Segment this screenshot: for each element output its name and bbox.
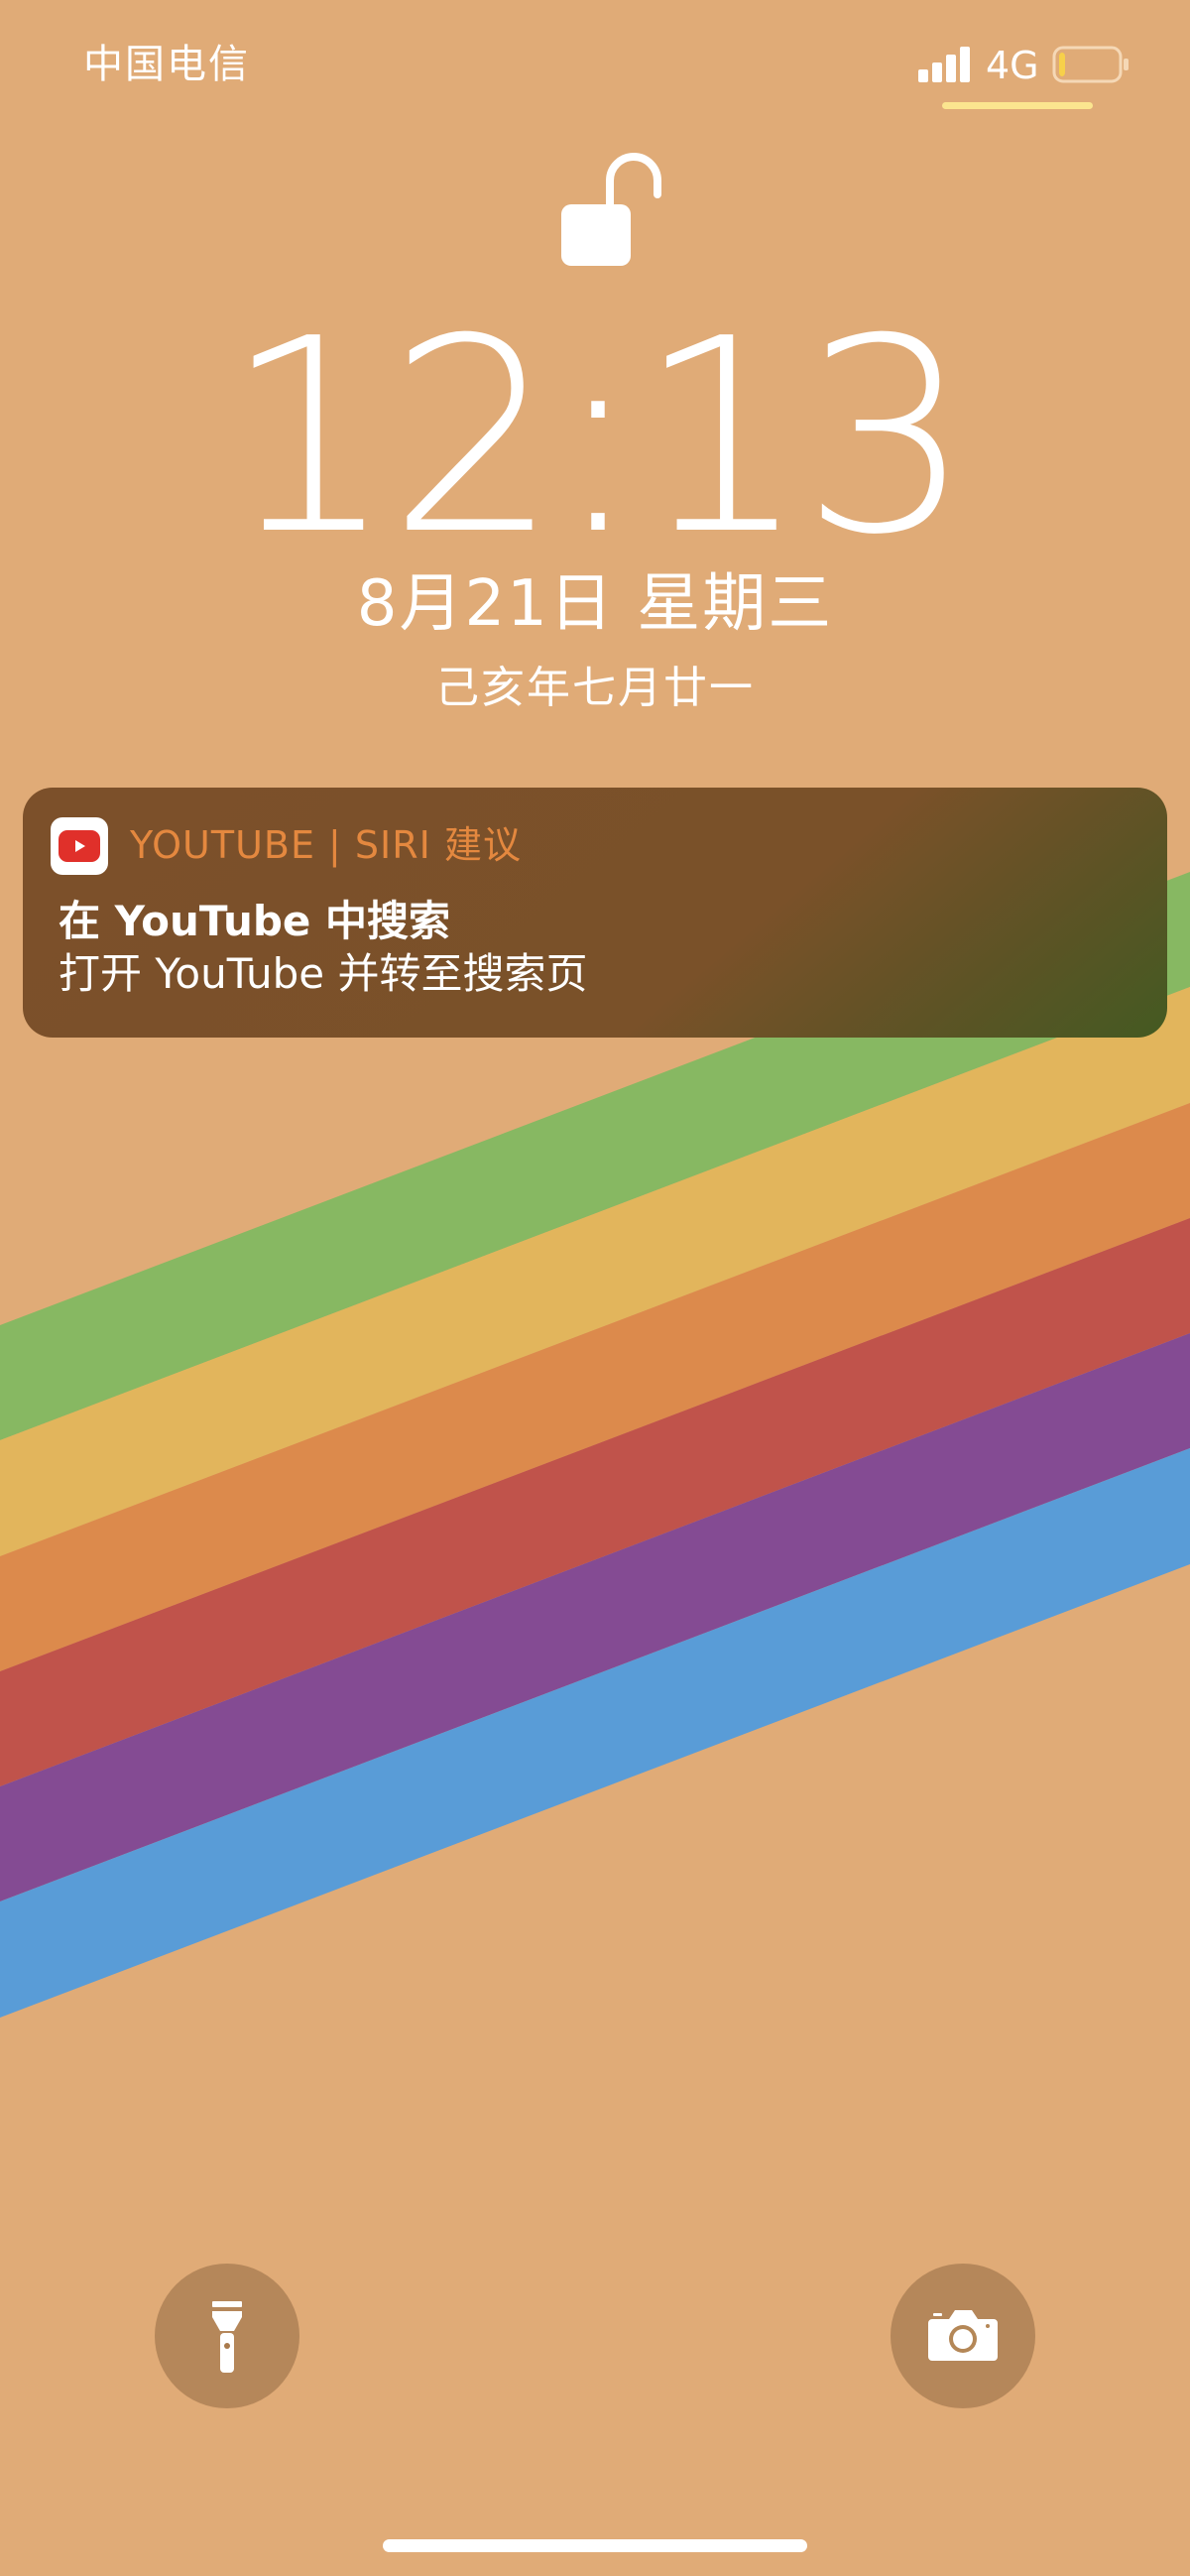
lock-screen-clock: 12:13 (223, 281, 972, 593)
lunar-date: 己亥年七月廿一 (435, 663, 755, 713)
battery-icon (1052, 46, 1129, 83)
youtube-icon (51, 817, 108, 875)
carrier-name: 中国电信 (83, 42, 250, 87)
camera-button[interactable] (891, 2264, 1035, 2408)
cellular-signal-icon (918, 47, 970, 82)
lock-screen-date: 8月21日 星期三 (356, 567, 834, 641)
notification-source: YOUTUBE | SIRI 建议 (130, 823, 522, 867)
unlocked-padlock-icon (561, 153, 661, 266)
camera-icon (928, 2310, 998, 2361)
flashlight-button[interactable] (155, 2264, 299, 2408)
status-bar: 中国电信 4G (0, 0, 1190, 129)
siri-suggestion-notification[interactable]: YOUTUBE | SIRI 建议 在 YouTube 中搜索 打开 YouTu… (23, 788, 1167, 1038)
network-type: 4G (986, 44, 1039, 87)
notification-body: 打开 YouTube 并转至搜索页 (59, 949, 588, 998)
notification-title: 在 YouTube 中搜索 (59, 897, 451, 945)
home-indicator[interactable] (383, 2539, 807, 2552)
flashlight-icon (212, 2301, 242, 2373)
status-underline (942, 102, 1093, 109)
